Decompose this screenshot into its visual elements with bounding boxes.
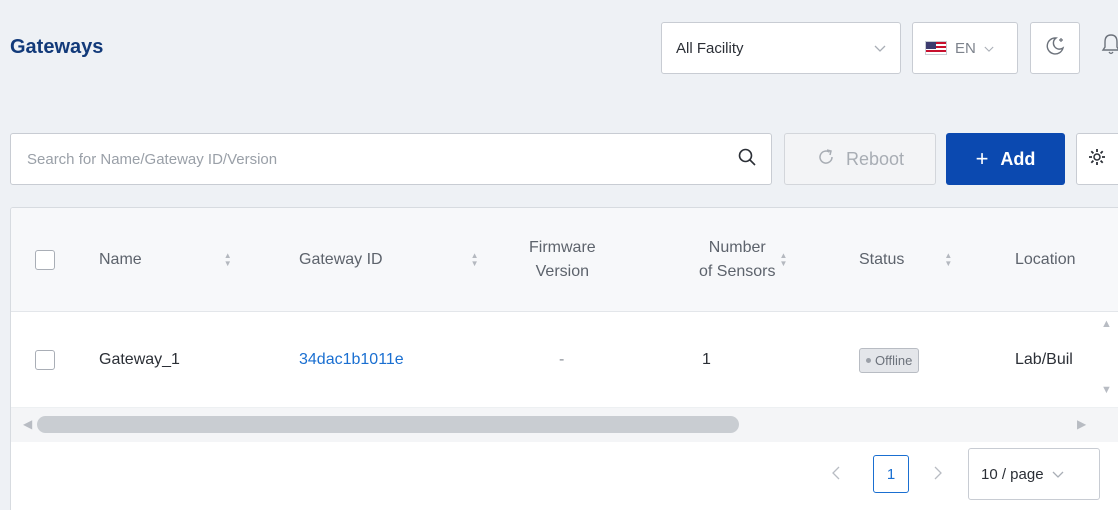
search-icon[interactable] [737,147,757,172]
column-label: Gateway ID [299,251,383,268]
cell-sensors: 1 [702,351,711,368]
refresh-icon [816,147,836,172]
cell-status: Offline [859,312,920,408]
facility-select-value: All Facility [676,39,744,57]
theme-toggle-button[interactable] [1030,22,1080,74]
cell-name: Gateway_1 [99,351,180,368]
scrollbar-thumb[interactable] [37,416,739,433]
language-label: EN [955,39,976,57]
scroll-down-arrow-icon[interactable]: ▼ [1101,384,1112,396]
cell-location: Lab/Buil [1015,351,1073,368]
column-label: Location [1015,251,1076,268]
chevron-left-icon [831,464,841,485]
chevron-down-icon [984,40,994,57]
table-row[interactable]: Gateway_1 34dac1b1011e - 1 Offline Lab/B… [11,312,1118,408]
column-header-location: Location [1015,208,1076,312]
column-label: Firmware [529,239,596,256]
search-box [10,133,772,185]
page-size-value: 10 / page [981,465,1044,483]
column-header-name[interactable]: Name ▲ ▼ [99,208,232,312]
row-checkbox[interactable] [35,312,55,408]
table-header: Name ▲ ▼ Gateway ID ▲ ▼ Firmware Version N… [11,208,1118,312]
chevron-right-icon [933,464,943,485]
sort-icon[interactable]: ▲ ▼ [944,252,952,268]
column-label: Name [99,251,142,268]
moon-icon [1044,35,1066,62]
add-button-label: Add [1000,148,1036,169]
previous-page-button[interactable] [831,448,841,500]
column-label: Number [708,239,766,256]
column-header-gateway-id[interactable]: Gateway ID ▲ ▼ [299,208,479,312]
add-gateway-button[interactable]: + Add [946,133,1065,185]
scroll-left-arrow-icon[interactable]: ◀ [23,417,32,431]
status-text: Offline [875,352,913,368]
plus-icon: + [975,146,989,171]
sort-icon[interactable]: ▲ ▼ [471,252,479,268]
next-page-button[interactable] [933,448,943,500]
status-badge: Offline [859,347,920,373]
column-label-wrap: Firmware Version [529,236,596,284]
chevron-down-icon [874,41,886,56]
notification-bell-icon[interactable] [1100,32,1118,62]
scroll-up-arrow-icon[interactable]: ▲ [1101,318,1112,330]
horizontal-scrollbar[interactable]: ◀ ▶ [11,408,1118,442]
select-all-checkbox[interactable] [35,208,55,312]
gateways-page: Gateways All Facility EN Reboot + [0,0,1118,510]
scroll-right-arrow-icon[interactable]: ▶ [1077,417,1086,431]
cell-gateway-id-link[interactable]: 34dac1b1011e [299,312,404,408]
gear-icon [1087,147,1107,172]
page-number-button[interactable]: 1 [873,455,909,493]
us-flag-icon [925,41,947,55]
sort-icon[interactable]: ▲ ▼ [779,252,787,268]
cell-firmware: - [559,351,565,368]
sort-icon[interactable]: ▲ ▼ [224,252,232,268]
reboot-button-label: Reboot [845,148,905,169]
page-size-select[interactable]: 10 / page [968,448,1100,500]
column-label: Version [535,263,590,280]
column-settings-button[interactable] [1076,133,1118,185]
column-header-sensors[interactable]: Number of Sensors ▲ ▼ [699,208,787,312]
column-header-status[interactable]: Status ▲ ▼ [859,208,952,312]
column-header-firmware: Firmware Version [529,208,596,312]
column-label: Status [859,251,905,268]
search-input[interactable] [27,150,737,168]
page-title: Gateways [10,36,104,58]
chevron-down-icon [1052,466,1064,483]
checkbox-box [35,350,55,370]
reboot-button[interactable]: Reboot [784,133,936,185]
checkbox-box [35,250,55,270]
column-label: of Sensors [699,263,776,280]
status-dot-icon [866,357,871,363]
language-select[interactable]: EN [912,22,1018,74]
gateways-table: Name ▲ ▼ Gateway ID ▲ ▼ Firmware Version N… [10,207,1118,510]
column-label-wrap: Number of Sensors [699,236,775,284]
facility-select[interactable]: All Facility [661,22,901,74]
